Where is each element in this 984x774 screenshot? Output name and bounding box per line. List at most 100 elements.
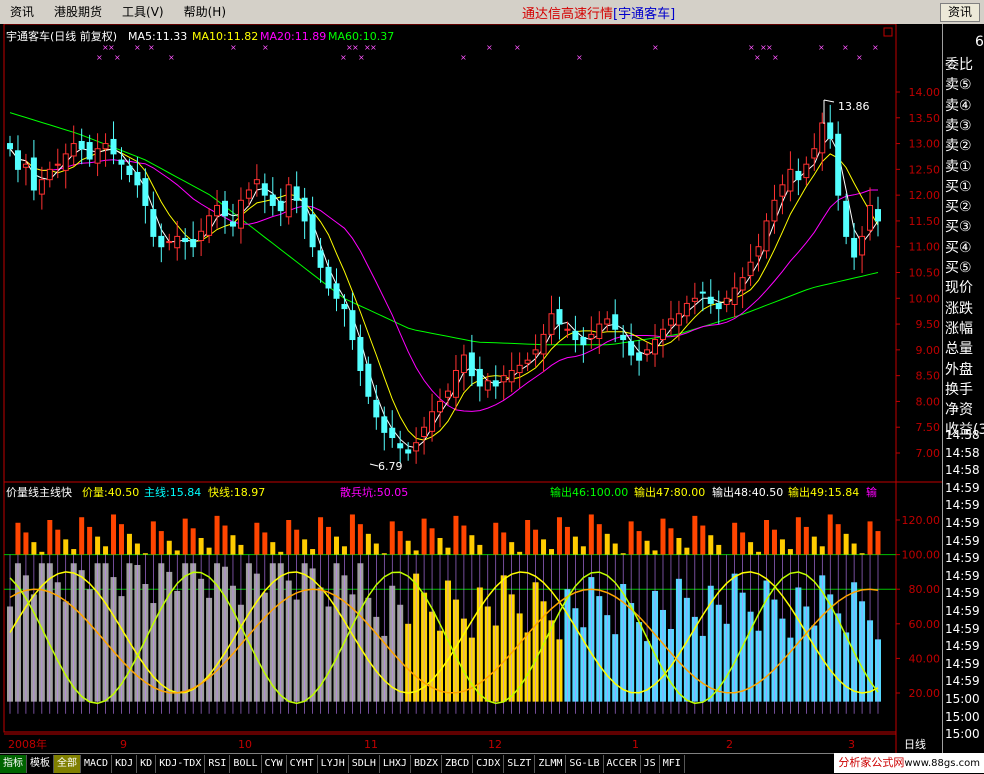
indicator-top-bar — [39, 551, 45, 555]
indicator-top-bar — [118, 524, 124, 555]
side-label: 卖③ — [945, 117, 972, 134]
indicator-tab[interactable]: SDLH — [349, 755, 380, 773]
candle-body — [206, 215, 213, 236]
news-button[interactable]: 资讯 — [940, 3, 980, 22]
indicator-top-bar — [620, 553, 626, 555]
candle-body — [452, 369, 459, 398]
indicator-top-bar — [365, 533, 371, 555]
indicator-top-bar — [437, 537, 443, 555]
indicator-tab[interactable]: JS — [641, 755, 660, 773]
candle-body — [739, 277, 746, 291]
indicator-tab[interactable]: CYW — [262, 755, 287, 773]
indicator-tab[interactable]: ZLMM — [535, 755, 567, 773]
indicator-tab[interactable]: 指标 — [0, 755, 27, 773]
candle-body — [437, 400, 444, 413]
jl-label: 价量:40.50 — [82, 486, 139, 499]
indicator-tab[interactable]: SG-LB — [566, 755, 604, 773]
candle-body — [787, 168, 794, 192]
menu-tools[interactable]: 工具(V) — [112, 0, 174, 24]
indicator-tab[interactable]: 模板 — [27, 755, 54, 773]
indicator-tab[interactable]: SLZT — [504, 755, 536, 773]
indicator-top-bar — [55, 529, 61, 555]
menu-help[interactable]: 帮助(H) — [174, 0, 236, 24]
indicator-tab[interactable]: 全部 — [54, 755, 81, 773]
watermark-url: www.88gs.com — [904, 758, 980, 769]
candlesticks — [7, 104, 881, 464]
lower-tick-label: 120.00 — [902, 514, 941, 527]
low-label: 6.79 — [378, 460, 403, 473]
candle-body — [7, 143, 13, 150]
indicator-tab[interactable]: CYHT — [287, 755, 318, 773]
candle-body — [150, 209, 157, 237]
indicator-tab[interactable]: LYJH — [318, 755, 349, 773]
candle-body — [644, 349, 651, 355]
indicator-top-bar — [158, 531, 164, 555]
x-label-9: 9 — [120, 738, 127, 751]
indicator-tab[interactable]: MFI — [660, 755, 685, 773]
indicator-tab[interactable]: RSI — [205, 755, 231, 773]
candle-body — [142, 178, 149, 206]
upper-tick-label: 12.50 — [909, 163, 941, 176]
indicator-top-bar — [278, 551, 284, 555]
indicator-tab[interactable]: KD — [137, 755, 157, 773]
ma60-line — [9, 112, 879, 346]
candle-body — [524, 359, 531, 364]
candle-body — [564, 328, 571, 331]
indicator-top-bar — [541, 539, 547, 555]
candle-body — [596, 323, 603, 340]
indicator-top-bar — [493, 522, 499, 555]
high-label: 13.86 — [838, 100, 870, 113]
upper-tick-label: 9.50 — [916, 318, 941, 331]
indicator-top-bar — [349, 514, 355, 555]
indicator-top-bar — [859, 553, 865, 555]
x-label-year: 2008年 — [8, 737, 47, 751]
indicator-top-bar — [405, 540, 411, 555]
indicator-tab[interactable]: LHXJ — [380, 755, 411, 773]
candle-body — [30, 157, 37, 191]
indicator-tab[interactable]: ACCER — [604, 755, 641, 773]
indicator-top-bar — [549, 549, 555, 555]
indicator-tab[interactable]: ZBCD — [442, 755, 474, 773]
panel-toggle-icon[interactable] — [883, 27, 893, 37]
candle-body — [261, 183, 268, 196]
period-label[interactable]: 日线 — [904, 737, 926, 751]
indicator-tab[interactable]: MACD — [81, 755, 113, 773]
upper-tick-label: 10.00 — [909, 292, 941, 305]
candle-body — [604, 318, 611, 325]
indicator-top-bar — [604, 533, 610, 555]
menu-news[interactable]: 资讯 — [0, 0, 44, 24]
indicator-tab[interactable]: CJDX — [473, 755, 505, 773]
upper-tick-label: 7.00 — [916, 447, 941, 460]
indicator-tab[interactable]: KDJ — [112, 755, 138, 773]
side-label: 净资 — [945, 402, 973, 419]
candle-body — [317, 250, 324, 268]
tick-time: 14:58 — [945, 463, 980, 478]
indicator-top-bar — [31, 542, 37, 555]
side-top-value: 6 — [975, 34, 984, 50]
indicator-top-bar — [166, 540, 172, 555]
side-label: 买④ — [945, 239, 972, 256]
upper-tick-label: 13.50 — [909, 112, 941, 125]
chart-area[interactable]: 宇通客车(日线 前复权) MA5:11.33 MA10:11.82 MA20:1… — [0, 23, 942, 753]
indicator-tab[interactable]: BOLL — [230, 755, 262, 773]
tick-time: 14:58 — [945, 428, 980, 442]
candle-body — [269, 194, 276, 206]
indicator-tab[interactable]: BDZX — [411, 755, 443, 773]
tick-time: 14:59 — [945, 586, 980, 601]
signal-x: × — [352, 43, 359, 52]
candle-body — [715, 302, 722, 310]
indicator-top-bar — [198, 537, 204, 555]
indicator-top-bar — [373, 543, 379, 555]
menu-hk-futures[interactable]: 港股期货 — [44, 0, 112, 24]
indicator-top-bar — [740, 532, 746, 555]
kline-chart[interactable]: 宇通客车(日线 前复权) MA5:11.33 MA10:11.82 MA20:1… — [0, 23, 942, 753]
candle-body — [532, 349, 539, 355]
candle-body — [659, 328, 666, 341]
candle-body — [277, 200, 284, 212]
ma60-label: MA60:10.37 — [328, 30, 394, 43]
signal-x: × — [842, 43, 849, 52]
indicator-top-bar — [851, 543, 857, 555]
lower-indicator-bars — [7, 514, 881, 714]
indicator-tab[interactable]: KDJ-TDX — [156, 755, 206, 773]
candle-body — [460, 354, 467, 374]
